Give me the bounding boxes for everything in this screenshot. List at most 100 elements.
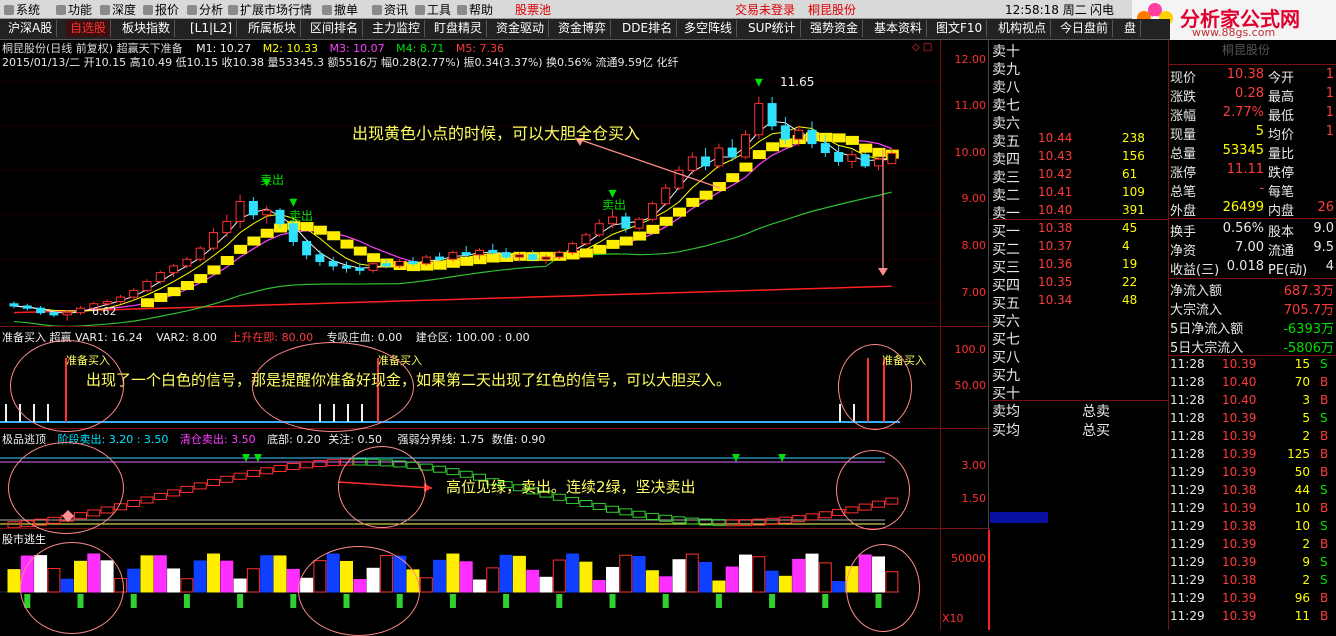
menu-item-tools[interactable]: 工具 bbox=[415, 1, 451, 18]
bid-volume: 19 bbox=[1122, 257, 1138, 271]
volume-bar bbox=[473, 579, 486, 593]
tick-volume: 3 bbox=[1302, 393, 1310, 407]
escape-step bbox=[300, 461, 314, 469]
tab-more[interactable]: 盘 bbox=[1120, 20, 1142, 37]
tick-time: 11:28 bbox=[1170, 411, 1205, 425]
tab-main-monitor[interactable]: 主力监控 bbox=[368, 20, 426, 37]
escape-step bbox=[446, 468, 460, 476]
tab-premarket[interactable]: 今日盘前 bbox=[1056, 20, 1114, 37]
trend-band-block bbox=[686, 197, 700, 207]
menu-item-function[interactable]: 功能 bbox=[56, 1, 92, 18]
ask-level-row[interactable]: 卖九 bbox=[990, 58, 1168, 78]
bid-price: 10.36 bbox=[1038, 257, 1073, 271]
annotation-white-signal: 出现了一个白色的信号，那是提醒你准备好现金，如果第二天出现了红色的信号，可以大胆… bbox=[86, 371, 732, 389]
quote-row: 现量 5 均价 1 bbox=[1168, 123, 1336, 143]
quote-label: 内盘 bbox=[1268, 204, 1295, 219]
outflow-bar bbox=[237, 594, 244, 608]
tab-shanghai-shenzhen-a[interactable]: 沪深A股 bbox=[4, 20, 58, 37]
escape-step bbox=[725, 519, 739, 527]
candle-body bbox=[847, 154, 857, 162]
bid-level-row[interactable]: 买七 bbox=[990, 328, 1168, 348]
ask-level-row[interactable]: 卖二 10.41 109 bbox=[990, 184, 1168, 204]
tab-sector-index[interactable]: 板块指数 bbox=[118, 20, 176, 37]
trade-status: 交易未登录 bbox=[735, 3, 796, 17]
volume-bar bbox=[246, 568, 260, 593]
quote-header: 桐昆股份 bbox=[1222, 43, 1271, 57]
volume-bar bbox=[193, 560, 207, 593]
tab-long-short[interactable]: 多空阵线 bbox=[680, 20, 738, 37]
menu-item-cancel-order[interactable]: 撤单 bbox=[322, 1, 358, 18]
ask-level-row[interactable]: 卖七 bbox=[990, 94, 1168, 114]
candle-body bbox=[102, 301, 112, 305]
trend-band-block bbox=[606, 239, 620, 249]
tick-row: 11:29 10.39 50 B bbox=[1168, 464, 1336, 482]
candle-body bbox=[448, 252, 458, 260]
trend-band-block bbox=[340, 239, 354, 249]
bid-level-row[interactable]: 买八 bbox=[990, 346, 1168, 366]
escape-step bbox=[193, 482, 207, 490]
menu-item-news[interactable]: 资讯 bbox=[372, 1, 408, 18]
ask-level-row[interactable]: 卖六 bbox=[990, 112, 1168, 132]
escape-step bbox=[606, 505, 619, 513]
tab-belonging-sector[interactable]: 所属板块 bbox=[244, 20, 302, 37]
chart-window-controls[interactable]: ◇ □ bbox=[912, 42, 938, 53]
menu-item-depth[interactable]: 深度 bbox=[100, 1, 136, 18]
flash-order-button[interactable]: 闪电 bbox=[1090, 1, 1114, 18]
menu-item-extended-market[interactable]: 扩展市场行情 bbox=[228, 1, 312, 18]
tab-level-switch[interactable]: [L1|L2] bbox=[186, 20, 238, 37]
capital-flow-row: 5日净流入额 -6393万 bbox=[1168, 317, 1336, 337]
tick-time: 11:29 bbox=[1170, 537, 1205, 551]
menu-item-help[interactable]: 帮助 bbox=[457, 1, 493, 18]
bid-level-row[interactable]: 买四 10.35 22 bbox=[990, 274, 1168, 294]
tab-institution-view[interactable]: 机构视点 bbox=[994, 20, 1052, 37]
candle-body bbox=[262, 209, 272, 216]
volume-bar bbox=[499, 554, 513, 593]
tick-volume: 70 bbox=[1294, 375, 1310, 389]
quote-label: 今开 bbox=[1268, 71, 1295, 86]
menu-item-analysis[interactable]: 分析 bbox=[187, 1, 223, 18]
volume-bar bbox=[712, 580, 726, 593]
tab-watchlist[interactable]: 自选股 bbox=[66, 20, 112, 37]
bid-level-row[interactable]: 买十 bbox=[990, 382, 1168, 402]
ask-level-row[interactable]: 卖四 10.43 156 bbox=[990, 148, 1168, 168]
tab-capital-game[interactable]: 资金博弈 bbox=[554, 20, 612, 37]
escape-step bbox=[167, 489, 181, 497]
tab-dde-ranking[interactable]: DDE排名 bbox=[618, 20, 678, 37]
bid-level-row[interactable]: 买三 10.36 19 bbox=[990, 256, 1168, 276]
candle-body bbox=[222, 220, 232, 234]
menu-item-system[interactable]: 系统 bbox=[4, 1, 40, 18]
escape-step bbox=[127, 499, 141, 507]
tab-capital-drive[interactable]: 资金驱动 bbox=[492, 20, 550, 37]
menu-item-quote[interactable]: 报价 bbox=[143, 1, 179, 18]
bid-level-row[interactable]: 买九 bbox=[990, 364, 1168, 384]
tick-side: B bbox=[1320, 375, 1329, 389]
trend-band-block bbox=[579, 248, 593, 258]
bid-level-row[interactable]: 买一 10.38 45 bbox=[990, 220, 1168, 240]
ask-level-row[interactable]: 卖一 10.40 391 bbox=[990, 202, 1168, 222]
menu-item-stock-pool[interactable]: 股票池 bbox=[515, 1, 551, 18]
tab-watch-sprite[interactable]: 盯盘精灵 bbox=[430, 20, 488, 37]
tab-f10[interactable]: 图文F10 bbox=[932, 20, 988, 37]
tab-strong-capital[interactable]: 强势资金 bbox=[806, 20, 864, 37]
tab-range-ranking[interactable]: 区间排名 bbox=[306, 20, 364, 37]
ask-level-row[interactable]: 卖五 10.44 238 bbox=[990, 130, 1168, 150]
candle-body bbox=[315, 254, 325, 263]
bid-level-row[interactable]: 买五 10.34 48 bbox=[990, 292, 1168, 312]
tab-basic-info[interactable]: 基本资料 bbox=[870, 20, 928, 37]
ask-level-row[interactable]: 卖十 bbox=[990, 40, 1168, 60]
tick-price: 10.39 bbox=[1222, 411, 1257, 425]
sell-signal-label: 卖出 bbox=[260, 173, 285, 187]
candle-body bbox=[807, 129, 817, 145]
market-icon bbox=[228, 5, 238, 15]
ask-level-row[interactable]: 卖三 10.42 61 bbox=[990, 166, 1168, 186]
ask-level-row[interactable]: 卖八 bbox=[990, 76, 1168, 96]
escape-step bbox=[433, 465, 447, 473]
tab-sup-stats[interactable]: SUP统计 bbox=[744, 20, 801, 37]
tick-side: S bbox=[1320, 411, 1328, 425]
bid-volume: 4 bbox=[1122, 239, 1130, 253]
candle-body bbox=[687, 156, 697, 171]
bid-level-row[interactable]: 买六 bbox=[990, 310, 1168, 330]
candle-body bbox=[62, 312, 72, 316]
bid-level-row[interactable]: 买二 10.37 4 bbox=[990, 238, 1168, 258]
outflow-bar bbox=[130, 594, 137, 608]
